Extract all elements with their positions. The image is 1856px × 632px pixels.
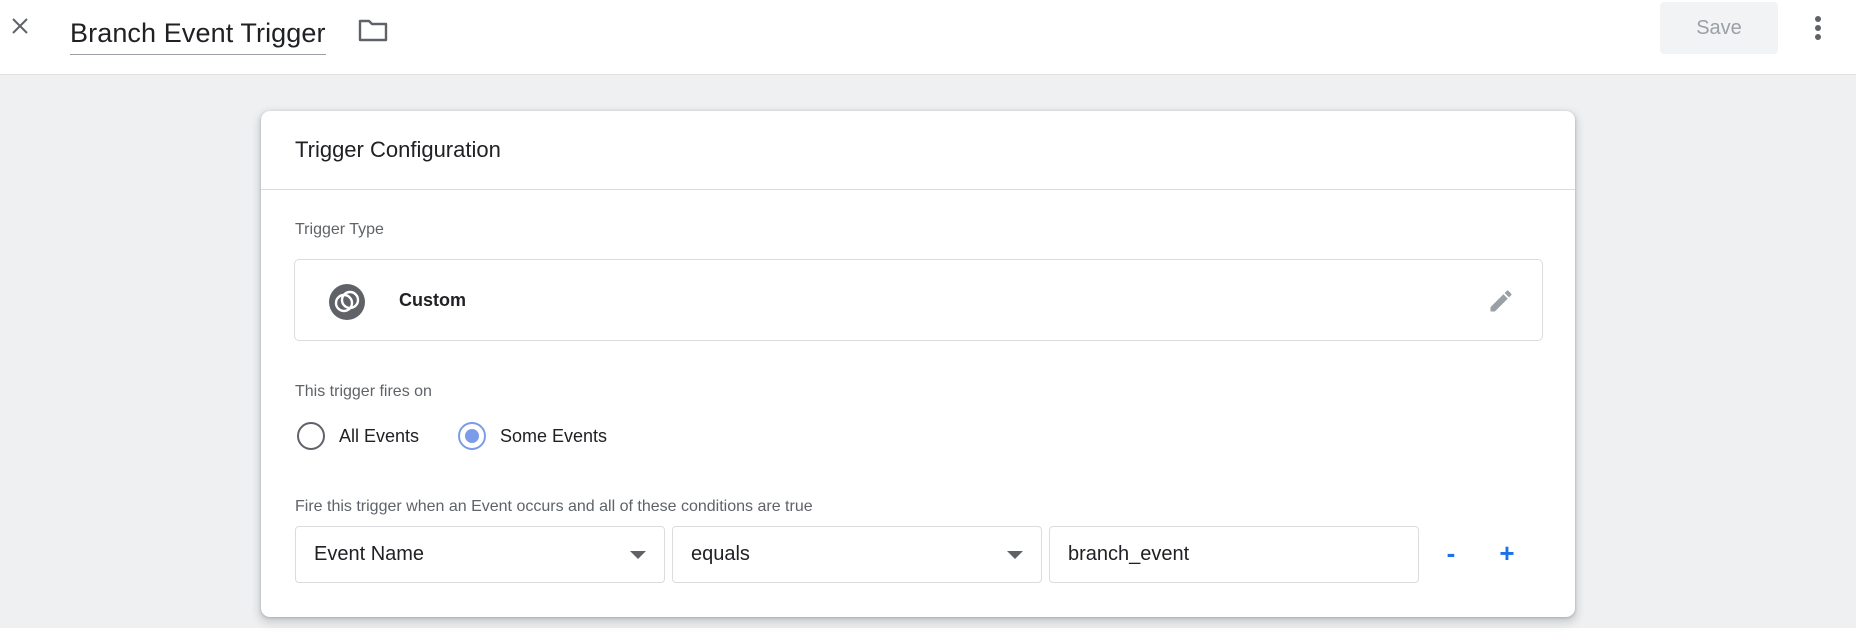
chevron-down-icon	[1007, 551, 1023, 559]
radio-all-events-circle[interactable]	[297, 422, 325, 450]
folder-icon	[358, 19, 388, 42]
more-options-button[interactable]	[1806, 10, 1830, 46]
condition-value-input[interactable]: branch_event	[1049, 526, 1419, 583]
add-condition-button[interactable]: +	[1491, 536, 1523, 570]
card-header: Trigger Configuration	[261, 111, 1575, 190]
close-icon	[12, 18, 28, 34]
edit-trigger-type-button[interactable]	[1486, 286, 1516, 316]
more-vert-icon	[1815, 16, 1821, 40]
radio-all-events[interactable]: All Events	[297, 422, 419, 450]
pencil-icon	[1490, 290, 1512, 312]
trigger-type-name: Custom	[399, 290, 466, 310]
card-title: Trigger Configuration	[295, 137, 501, 162]
custom-event-icon	[329, 284, 365, 320]
page-title: Branch Event Trigger	[70, 17, 326, 48]
trigger-type-label: Trigger Type	[295, 221, 384, 238]
radio-all-events-label: All Events	[339, 425, 420, 446]
trigger-configuration-card: Trigger Configuration Trigger Type Custo…	[261, 111, 1575, 617]
radio-some-events[interactable]: Some Events	[458, 422, 607, 450]
fires-on-label: This trigger fires on	[295, 383, 432, 400]
remove-condition-button[interactable]: -	[1435, 536, 1467, 570]
condition-operator-select[interactable]: equals	[672, 526, 1042, 583]
close-button[interactable]	[4, 10, 36, 42]
trigger-type-selector[interactable]: Custom	[294, 259, 1543, 341]
folder-button[interactable]	[356, 14, 390, 46]
save-button[interactable]: Save	[1660, 2, 1778, 54]
condition-variable-select[interactable]: Event Name	[295, 526, 665, 583]
radio-some-events-label: Some Events	[500, 425, 608, 446]
radio-some-events-circle[interactable]	[458, 422, 486, 450]
chevron-down-icon	[630, 551, 646, 559]
conditions-label: Fire this trigger when an Event occurs a…	[295, 498, 813, 515]
trigger-name-field[interactable]: Branch Event Trigger	[70, 12, 326, 55]
condition-operator-value: equals	[691, 543, 750, 565]
condition-variable-value: Event Name	[314, 543, 425, 565]
top-bar: Branch Event Trigger Save	[0, 0, 1856, 75]
condition-value-text: branch_event	[1068, 543, 1190, 565]
